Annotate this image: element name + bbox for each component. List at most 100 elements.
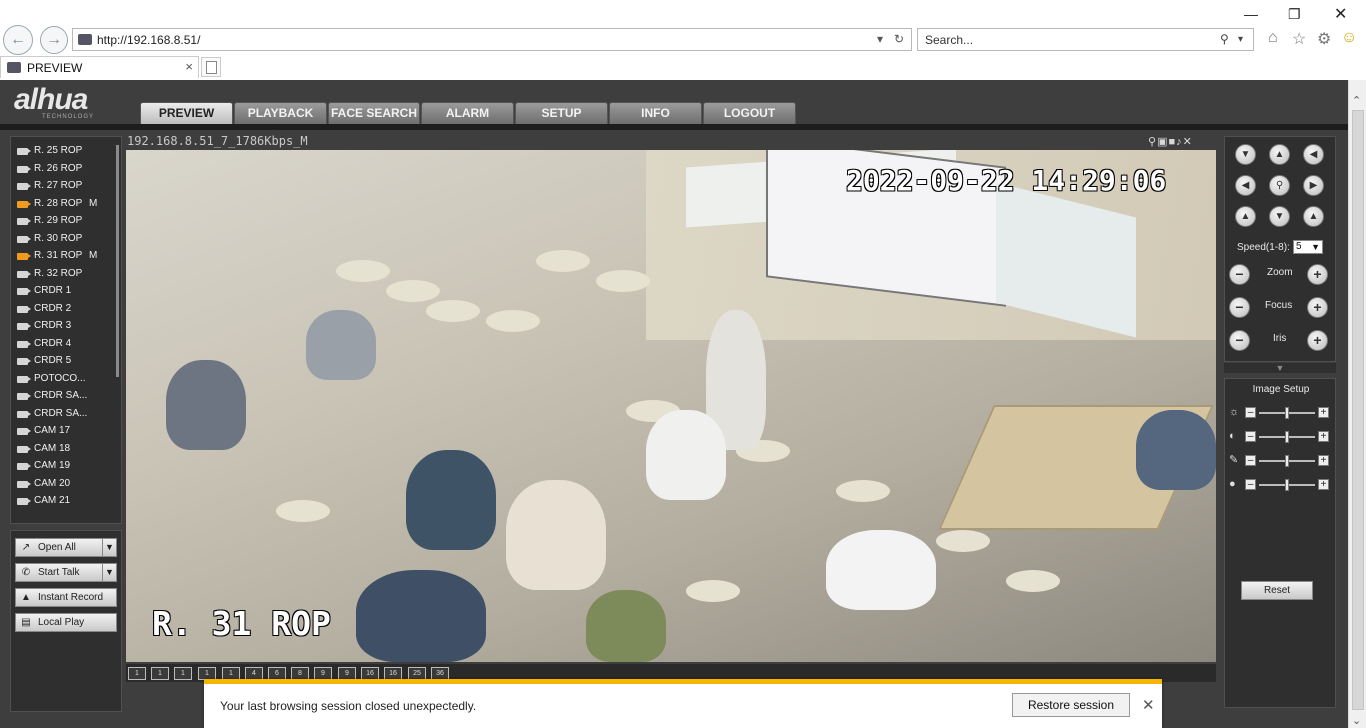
- ptz-left-button[interactable]: ◀: [1235, 175, 1256, 196]
- channel-item[interactable]: CAM 21: [17, 493, 113, 509]
- channel-item[interactable]: R. 31 ROP M: [17, 248, 113, 264]
- menu-face-search[interactable]: FACE SEARCH: [328, 102, 420, 124]
- instant-record-button[interactable]: ▲ Instant Record: [15, 588, 117, 607]
- channel-item[interactable]: R. 29 ROP: [17, 213, 113, 229]
- brightness-slider-handle[interactable]: [1285, 407, 1289, 419]
- channel-item[interactable]: R. 27 ROP: [17, 178, 113, 194]
- channel-item[interactable]: R. 26 ROP: [17, 161, 113, 177]
- address-dropdown-icon[interactable]: ▾: [877, 32, 883, 46]
- ptz-speed-select[interactable]: 5 ▼: [1293, 240, 1323, 254]
- saturation-increase-button[interactable]: +: [1318, 455, 1329, 466]
- channel-item[interactable]: CAM 18: [17, 441, 113, 457]
- refresh-icon[interactable]: ↻: [894, 32, 904, 46]
- channel-item[interactable]: R. 32 ROP: [17, 266, 113, 282]
- contrast-decrease-button[interactable]: –: [1245, 431, 1256, 442]
- channel-item[interactable]: CRDR SA...: [17, 406, 113, 422]
- ptz-down-button[interactable]: ▼: [1269, 206, 1290, 227]
- zoom-out-button[interactable]: −: [1229, 264, 1250, 285]
- live-video-feed[interactable]: 2022-09-22 14:29:06 R. 31 ROP: [126, 150, 1216, 662]
- ptz-up-button[interactable]: ▲: [1269, 144, 1290, 165]
- tab-close-icon[interactable]: ×: [185, 59, 193, 74]
- menu-alarm[interactable]: ALARM: [421, 102, 514, 124]
- iris-open-button[interactable]: +: [1307, 330, 1328, 351]
- back-button[interactable]: ←: [3, 25, 33, 55]
- close-window-icon[interactable]: ✕: [1334, 4, 1347, 24]
- ptz-up-left-button[interactable]: ▼: [1235, 144, 1256, 165]
- search-icon[interactable]: ⚲: [1220, 32, 1229, 46]
- local-play-button[interactable]: ▤ Local Play: [15, 613, 117, 632]
- ptz-right-button[interactable]: ▶: [1303, 175, 1324, 196]
- restore-window-icon[interactable]: ❐: [1288, 6, 1301, 23]
- scrollbar-thumb[interactable]: [1352, 110, 1364, 710]
- new-tab-button[interactable]: [201, 57, 221, 77]
- channel-item[interactable]: CRDR 2: [17, 301, 113, 317]
- scroll-down-icon[interactable]: ⌄: [1352, 714, 1361, 727]
- open-all-dropdown-icon[interactable]: ▼: [102, 538, 116, 557]
- split-mode-button[interactable]: 1: [151, 667, 169, 680]
- search-box[interactable]: Search... ⚲ ▾: [917, 28, 1254, 51]
- channel-item[interactable]: POTOCO...: [17, 371, 113, 387]
- channel-label: R. 30 ROP: [34, 232, 83, 244]
- ptz-down-left-button[interactable]: ▲: [1235, 206, 1256, 227]
- ptz-collapse-toggle[interactable]: ▼: [1224, 363, 1336, 373]
- brightness-increase-button[interactable]: +: [1318, 407, 1329, 418]
- channel-item[interactable]: CRDR SA...: [17, 388, 113, 404]
- scroll-up-icon[interactable]: ⌃: [1352, 94, 1361, 107]
- channel-item[interactable]: CAM 19: [17, 458, 113, 474]
- focus-far-button[interactable]: +: [1307, 297, 1328, 318]
- channel-item[interactable]: R. 25 ROP: [17, 143, 113, 159]
- channel-item[interactable]: R. 30 ROP: [17, 231, 113, 247]
- hue-slider-handle[interactable]: [1285, 479, 1289, 491]
- browser-tab[interactable]: PREVIEW ×: [0, 56, 199, 78]
- search-dropdown-icon[interactable]: ▾: [1238, 34, 1243, 45]
- focus-near-button[interactable]: −: [1229, 297, 1250, 318]
- favorites-star-icon[interactable]: ☆: [1292, 29, 1306, 49]
- channel-item[interactable]: CRDR 3: [17, 318, 113, 334]
- minimize-icon[interactable]: —: [1244, 6, 1258, 22]
- smiley-feedback-icon[interactable]: ☺: [1341, 29, 1357, 47]
- camera-icon[interactable]: ■: [1168, 136, 1176, 148]
- channel-item[interactable]: CRDR 4: [17, 336, 113, 352]
- menu-preview[interactable]: PREVIEW: [140, 102, 233, 124]
- channel-item[interactable]: CRDR 1: [17, 283, 113, 299]
- menu-setup[interactable]: SETUP: [515, 102, 608, 124]
- video-chair: [486, 310, 540, 332]
- snapshot-icon[interactable]: ▣: [1157, 136, 1168, 148]
- preview-controls: ↗ Open All ▼ ✆ Start Talk ▼ ▲ Instant Re…: [10, 530, 122, 712]
- contrast-increase-button[interactable]: +: [1318, 431, 1329, 442]
- home-icon[interactable]: ⌂: [1268, 29, 1278, 47]
- split-mode-button[interactable]: 1: [174, 667, 192, 680]
- menu-info[interactable]: INFO: [609, 102, 702, 124]
- saturation-slider-handle[interactable]: [1285, 455, 1289, 467]
- channel-list-scrollbar[interactable]: [116, 145, 119, 377]
- forward-button[interactable]: →: [40, 26, 68, 54]
- zoom-video-icon[interactable]: ⚲: [1148, 136, 1157, 148]
- close-video-icon[interactable]: ✕: [1183, 136, 1193, 148]
- page-scrollbar[interactable]: ⌃ ⌄: [1348, 80, 1366, 728]
- ptz-center-button[interactable]: ⚲: [1269, 175, 1290, 196]
- channel-item[interactable]: CRDR 5: [17, 353, 113, 369]
- ptz-up-right-button[interactable]: ◀: [1303, 144, 1324, 165]
- open-all-button[interactable]: ↗ Open All ▼: [15, 538, 117, 557]
- contrast-slider-handle[interactable]: [1285, 431, 1289, 443]
- start-talk-dropdown-icon[interactable]: ▼: [102, 563, 116, 582]
- iris-close-button[interactable]: −: [1229, 330, 1250, 351]
- channel-item[interactable]: CAM 17: [17, 423, 113, 439]
- start-talk-button[interactable]: ✆ Start Talk ▼: [15, 563, 117, 582]
- address-bar[interactable]: http://192.168.8.51/ ▾ ↻: [72, 28, 912, 51]
- split-mode-button[interactable]: 1: [128, 667, 146, 680]
- saturation-decrease-button[interactable]: –: [1245, 455, 1256, 466]
- settings-gear-icon[interactable]: ⚙: [1317, 29, 1331, 49]
- ptz-down-right-button[interactable]: ▲: [1303, 206, 1324, 227]
- hue-increase-button[interactable]: +: [1318, 479, 1329, 490]
- restore-session-button[interactable]: Restore session: [1012, 693, 1130, 717]
- menu-logout[interactable]: LOGOUT: [703, 102, 796, 124]
- menu-playback[interactable]: PLAYBACK: [234, 102, 327, 124]
- hue-decrease-button[interactable]: –: [1245, 479, 1256, 490]
- brightness-decrease-button[interactable]: –: [1245, 407, 1256, 418]
- channel-item[interactable]: R. 28 ROP M: [17, 196, 113, 212]
- notification-close-icon[interactable]: ✕: [1142, 696, 1155, 714]
- channel-item[interactable]: CAM 20: [17, 476, 113, 492]
- reset-button[interactable]: Reset: [1241, 581, 1313, 600]
- zoom-in-button[interactable]: +: [1307, 264, 1328, 285]
